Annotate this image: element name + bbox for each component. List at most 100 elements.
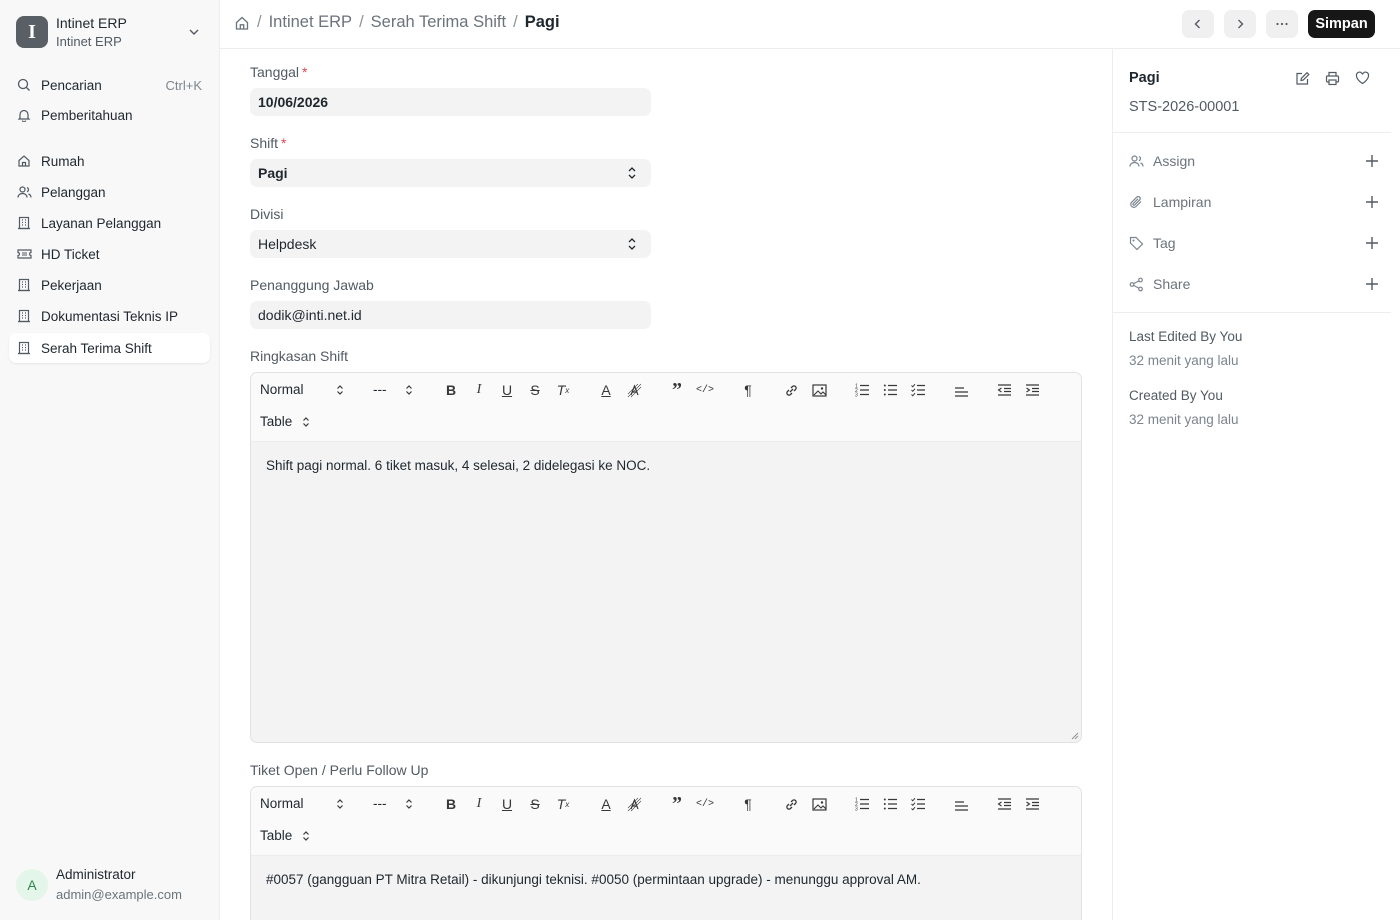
assign-row[interactable]: Assign <box>1129 151 1378 171</box>
next-button[interactable] <box>1224 10 1256 38</box>
background-color-icon[interactable] <box>625 795 643 813</box>
indent-icon[interactable] <box>1023 795 1041 813</box>
sidebar-item-dokumentasi-teknis-ip[interactable]: Dokumentasi Teknis IP <box>9 301 210 331</box>
bold-icon[interactable]: B <box>442 795 460 813</box>
tag-label: Tag <box>1153 235 1176 251</box>
italic-icon[interactable]: I <box>470 381 488 399</box>
share-row[interactable]: Share <box>1129 274 1378 294</box>
doc-id: STS-2026-00001 <box>1129 99 1240 115</box>
align-icon[interactable] <box>952 381 970 399</box>
notifications-button[interactable]: Pemberitahuan <box>9 100 210 130</box>
app-switcher[interactable]: I Intinet ERP Intinet ERP <box>16 14 206 50</box>
tiket-open-editor: Normal --- B I U S Tx A ” </> ¶ 123 Tabl… <box>250 786 1082 920</box>
penanggung-jawab-label: Penanggung Jawab <box>250 277 374 293</box>
check-list-icon[interactable] <box>909 795 927 813</box>
attachment-row[interactable]: Lampiran <box>1129 192 1378 212</box>
home-icon[interactable] <box>234 15 250 31</box>
italic-icon[interactable]: I <box>470 795 488 813</box>
text-direction-icon[interactable]: ¶ <box>739 381 757 399</box>
sidebar-item-serah-terima-shift[interactable]: Serah Terima Shift <box>9 333 210 363</box>
last-edited-label: Last Edited By You <box>1129 329 1243 344</box>
sidebar-item-layanan-pelanggan[interactable]: Layanan Pelanggan <box>9 208 210 238</box>
table-select[interactable]: Table <box>260 414 310 429</box>
indent-icon[interactable] <box>1023 381 1041 399</box>
check-list-icon[interactable] <box>909 381 927 399</box>
sidebar-item-label: Rumah <box>41 153 85 169</box>
strikethrough-icon[interactable]: S <box>526 381 544 399</box>
breadcrumb-doctype[interactable]: Serah Terima Shift <box>371 13 506 32</box>
underline-icon[interactable]: U <box>498 795 516 813</box>
code-block-icon[interactable]: </> <box>696 381 714 399</box>
sidebar-item-pekerjaan[interactable]: Pekerjaan <box>9 270 210 300</box>
align-icon[interactable] <box>952 795 970 813</box>
search-button[interactable]: Pencarian Ctrl+K <box>9 70 210 100</box>
underline-icon[interactable]: U <box>498 381 516 399</box>
clear-format-icon[interactable]: Tx <box>554 795 572 813</box>
penanggung-jawab-field[interactable]: dodik@inti.net.id <box>250 301 651 329</box>
resize-handle-icon[interactable] <box>1071 732 1079 740</box>
plus-icon[interactable] <box>1364 194 1380 210</box>
prev-button[interactable] <box>1182 10 1214 38</box>
shift-label: Shift * <box>250 135 287 151</box>
bullet-list-icon[interactable] <box>881 381 899 399</box>
text-direction-icon[interactable]: ¶ <box>739 795 757 813</box>
sidebar-item-rumah[interactable]: Rumah <box>9 146 210 176</box>
ordered-list-icon[interactable]: 123 <box>853 381 871 399</box>
tanggal-field[interactable]: 10/06/2026 <box>250 88 651 116</box>
outdent-icon[interactable] <box>995 795 1013 813</box>
outdent-icon[interactable] <box>995 381 1013 399</box>
svg-text:3: 3 <box>855 393 858 398</box>
editor-content[interactable]: Shift pagi normal. 6 tiket masuk, 4 sele… <box>266 458 650 473</box>
code-block-icon[interactable]: </> <box>696 795 714 813</box>
select-arrows-icon <box>628 167 636 179</box>
heart-icon[interactable] <box>1353 69 1371 87</box>
breadcrumb: / Intinet ERP / Serah Terima Shift / Pag… <box>234 13 560 32</box>
ordered-list-icon[interactable]: 123 <box>853 795 871 813</box>
breadcrumb-app[interactable]: Intinet ERP <box>269 13 352 32</box>
text-style-select[interactable]: Normal <box>260 382 344 397</box>
share-icon <box>1129 276 1145 292</box>
save-button[interactable]: Simpan <box>1308 10 1375 38</box>
image-icon[interactable] <box>810 795 828 813</box>
plus-icon[interactable] <box>1364 153 1380 169</box>
editor-toolbar: Normal --- B I U S Tx A ” </> ¶ 123 Tabl… <box>251 373 1081 442</box>
background-color-icon[interactable] <box>625 381 643 399</box>
users-icon <box>16 184 32 200</box>
search-label: Pencarian <box>41 77 102 93</box>
sidebar-item-label: Dokumentasi Teknis IP <box>41 308 179 324</box>
print-icon[interactable] <box>1323 69 1341 87</box>
shift-value: Pagi <box>258 165 288 181</box>
editor-content[interactable]: #0057 (gangguan PT Mitra Retail) - dikun… <box>266 872 921 887</box>
blockquote-icon[interactable]: ” <box>668 793 686 815</box>
blockquote-icon[interactable]: ” <box>668 379 686 401</box>
font-size-select[interactable]: --- <box>373 382 413 397</box>
breadcrumb-current: Pagi <box>524 13 560 31</box>
edit-icon[interactable] <box>1293 69 1311 87</box>
font-size-select[interactable]: --- <box>373 796 413 811</box>
shift-select[interactable]: Pagi <box>250 159 651 187</box>
more-button[interactable] <box>1266 10 1298 38</box>
assign-label: Assign <box>1153 153 1196 169</box>
link-icon[interactable] <box>782 795 800 813</box>
strikethrough-icon[interactable]: S <box>526 795 544 813</box>
tag-row[interactable]: Tag <box>1129 233 1378 253</box>
divisi-select[interactable]: Helpdesk <box>250 230 651 258</box>
bullet-list-icon[interactable] <box>881 795 899 813</box>
plus-icon[interactable] <box>1364 276 1380 292</box>
home-icon <box>16 153 32 169</box>
text-color-icon[interactable]: A <box>597 795 615 813</box>
table-select[interactable]: Table <box>260 828 310 843</box>
text-color-icon[interactable]: A <box>597 381 615 399</box>
user-icon <box>1129 153 1145 169</box>
image-icon[interactable] <box>810 381 828 399</box>
divisi-label: Divisi <box>250 206 284 222</box>
plus-icon[interactable] <box>1364 235 1380 251</box>
text-style-select[interactable]: Normal <box>260 796 344 811</box>
sidebar-item-hd-ticket[interactable]: HD Ticket <box>9 239 210 269</box>
user-menu[interactable]: A Administrator admin@example.com <box>16 866 182 904</box>
building-icon <box>16 277 32 293</box>
link-icon[interactable] <box>782 381 800 399</box>
clear-format-icon[interactable]: Tx <box>554 381 572 399</box>
sidebar-item-pelanggan[interactable]: Pelanggan <box>9 177 210 207</box>
bold-icon[interactable]: B <box>442 381 460 399</box>
